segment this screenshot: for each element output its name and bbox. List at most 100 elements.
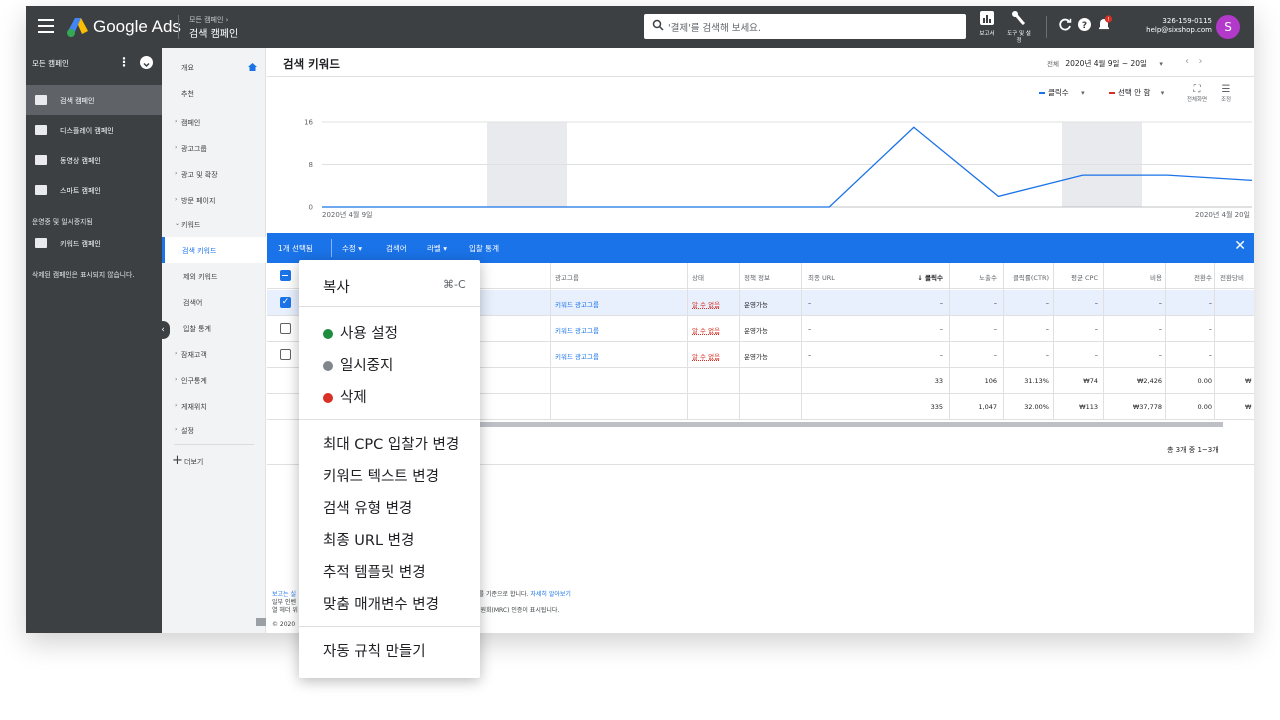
cell-adgroup[interactable]: 키워드 광고그룹 xyxy=(555,299,599,309)
col-policy[interactable]: 정책 정보 xyxy=(744,272,770,282)
metric-selector-clicks[interactable]: 클릭수 ▾ xyxy=(1039,87,1085,98)
plus-icon: + xyxy=(172,453,183,468)
chevron-right-icon: › xyxy=(175,118,178,125)
col-cost[interactable]: 비용 xyxy=(1112,272,1162,282)
cell-adgroup[interactable]: 키워드 광고그룹 xyxy=(555,351,599,361)
col-status[interactable]: 상태 xyxy=(692,272,704,282)
col-conversions[interactable]: 전환수 xyxy=(1172,272,1212,282)
search-input[interactable]: '결제'를 검색해 보세요. xyxy=(668,20,761,34)
select-all-checkbox[interactable] xyxy=(280,270,291,281)
nav-more-button[interactable]: + 더보기 xyxy=(162,448,266,474)
nav-item-overview[interactable]: 개요 xyxy=(162,54,266,80)
tools-button[interactable]: 도구 및 설정 xyxy=(1005,10,1033,45)
nav-item-demographics[interactable]: › 인구통계 xyxy=(162,367,266,393)
learn-more-link[interactable]: 자세히 알아보기 xyxy=(530,591,571,598)
col-cost-per-conv[interactable]: 전환당비 xyxy=(1220,272,1244,282)
cell-adgroup[interactable]: 키워드 광고그룹 xyxy=(555,325,599,335)
col-adgroup[interactable]: 광고그룹 xyxy=(555,272,579,282)
avatar[interactable]: S xyxy=(1216,15,1240,39)
adjust-button[interactable]: ☰ 조정 xyxy=(1215,84,1237,103)
row-checkbox[interactable] xyxy=(280,349,291,360)
menu-item-copy[interactable]: 복사 xyxy=(323,276,350,297)
refresh-icon[interactable] xyxy=(1059,18,1072,31)
edit-dropdown-button[interactable]: 수정 ▾ xyxy=(342,243,362,254)
nav-item-placements[interactable]: › 게재위치 xyxy=(162,393,266,419)
cell-cost: – xyxy=(1158,325,1162,333)
cell-status[interactable]: 알 수 없음 xyxy=(692,325,720,335)
nav-item-search-terms[interactable]: 검색어 xyxy=(162,289,266,315)
help-icon[interactable]: ? xyxy=(1078,18,1091,31)
nav-item-settings[interactable]: › 설정 xyxy=(162,417,266,443)
row-checkbox[interactable]: ✓ xyxy=(280,297,291,308)
menu-item-change-match[interactable]: 검색 유형 변경 xyxy=(323,497,412,518)
sidebar-item-keyword-campaign[interactable]: 키워드 캠페인 xyxy=(26,228,162,258)
nav-item-negative-keywords[interactable]: 제외 키워드 xyxy=(162,263,266,289)
col-final-url[interactable]: 최종 URL xyxy=(808,272,835,282)
divider xyxy=(299,419,480,420)
series-swatch xyxy=(1039,92,1045,94)
date-nav[interactable]: ‹ › xyxy=(1185,56,1203,67)
menu-icon[interactable] xyxy=(38,19,54,33)
menu-item-change-template[interactable]: 추적 템플릿 변경 xyxy=(323,561,426,582)
col-impressions[interactable]: 노출수 xyxy=(957,272,997,282)
breadcrumb-parent[interactable]: 모든 캠페인 › xyxy=(189,15,228,25)
feedback-icon[interactable] xyxy=(256,618,266,626)
close-icon[interactable]: ✕ xyxy=(1234,238,1246,254)
chevron-left-icon[interactable]: ‹ xyxy=(1185,56,1189,67)
page-nav: 개요 추천 › 캠페인 › 광고그룹 › 광고 및 확장 › 방문 페이지 ⌄ 키워드 검… xyxy=(162,48,266,633)
all-campaigns-header[interactable]: 모든 캠페인 ⋮ xyxy=(26,48,162,78)
col-ctr[interactable]: 클릭률(CTR) xyxy=(1002,272,1049,282)
nav-item-keywords[interactable]: ⌄ 키워드 xyxy=(162,211,266,237)
cell-status[interactable]: 알 수 없음 xyxy=(692,299,720,309)
deleted-note: 삭제된 캠페인은 표시되지 않습니다. xyxy=(32,271,135,279)
date-range-picker[interactable]: 전체 2020년 4월 9일 ~ 20일 ▾ xyxy=(1047,58,1163,69)
sidebar-item-video-campaign[interactable]: 동영상 캠페인 xyxy=(26,145,162,175)
nav-item-audiences[interactable]: › 잠재고객 xyxy=(162,341,266,367)
breadcrumb-current[interactable]: 검색 캠페인 xyxy=(189,25,238,40)
menu-item-pause[interactable]: 일시중지 xyxy=(323,354,393,375)
label-dropdown-button[interactable]: 라벨 ▾ xyxy=(427,243,447,254)
chevron-down-icon: ⌄ xyxy=(175,220,181,227)
column-divider xyxy=(1053,263,1054,420)
search-box[interactable]: '결제'를 검색해 보세요. xyxy=(644,14,966,39)
nav-item-landing-pages[interactable]: › 방문 페이지 xyxy=(162,187,266,213)
metric-selector-second[interactable]: 선택 안 함 ▾ xyxy=(1109,87,1164,98)
sidebar-item-search-campaign[interactable]: 검색 캠페인 xyxy=(26,85,162,115)
menu-item-change-url[interactable]: 최종 URL 변경 xyxy=(323,529,414,550)
nav-item-label: 제외 키워드 xyxy=(183,273,218,281)
chevron-right-icon[interactable]: › xyxy=(1199,56,1203,67)
col-avg-cpc[interactable]: 평균 CPC xyxy=(1052,272,1098,282)
cell-impressions: – xyxy=(993,351,997,359)
notification-bell-icon[interactable]: ! xyxy=(1097,15,1113,31)
horizontal-scrollbar[interactable] xyxy=(477,422,1223,427)
col-clicks[interactable]: ↓ 클릭수 xyxy=(887,272,943,282)
expand-icon[interactable] xyxy=(140,56,153,69)
sidebar-item-smart-campaign[interactable]: 스마트 캠페인 xyxy=(26,175,162,205)
menu-item-change-text[interactable]: 키워드 텍스트 변경 xyxy=(323,465,439,486)
nav-item-search-keywords[interactable]: 검색 키워드 xyxy=(162,237,266,263)
collapse-sidebar-button[interactable]: ‹ xyxy=(156,321,170,339)
menu-item-change-cpc[interactable]: 최대 CPC 입찰가 변경 xyxy=(323,433,459,454)
nav-item-adgroups[interactable]: › 광고그룹 xyxy=(162,135,266,161)
fullscreen-label: 전체화면 xyxy=(1186,97,1208,103)
nav-item-ads-extensions[interactable]: › 광고 및 확장 xyxy=(162,161,266,187)
page-title: 검색 키워드 xyxy=(283,57,340,71)
nav-item-auction-insights[interactable]: 입찰 통계 xyxy=(162,315,266,341)
menu-item-enable[interactable]: 사용 설정 xyxy=(323,322,398,343)
menu-item-change-params[interactable]: 맞춤 매개변수 변경 xyxy=(323,593,439,614)
fullscreen-button[interactable]: ⛶ 전체화면 xyxy=(1182,84,1212,103)
reports-button[interactable]: 보고서 xyxy=(976,10,998,38)
menu-item-create-rule[interactable]: 자동 규칙 만들기 xyxy=(323,640,426,661)
search-terms-button[interactable]: 검색어 xyxy=(386,243,407,254)
menu-item-remove[interactable]: 삭제 xyxy=(323,386,367,407)
nav-item-label: 개요 xyxy=(181,64,194,72)
more-vert-icon[interactable]: ⋮ xyxy=(118,56,130,68)
cell-status[interactable]: 알 수 없음 xyxy=(692,351,720,361)
home-icon[interactable] xyxy=(248,63,257,71)
nav-item-recommendations[interactable]: 추천 xyxy=(162,80,266,106)
auction-insights-button[interactable]: 입찰 통계 xyxy=(469,243,499,254)
row-checkbox[interactable] xyxy=(280,323,291,334)
sidebar-item-display-campaign[interactable]: 디스플레이 캠페인 xyxy=(26,115,162,145)
nav-item-campaigns[interactable]: › 캠페인 xyxy=(162,109,266,135)
column-divider xyxy=(687,263,688,420)
